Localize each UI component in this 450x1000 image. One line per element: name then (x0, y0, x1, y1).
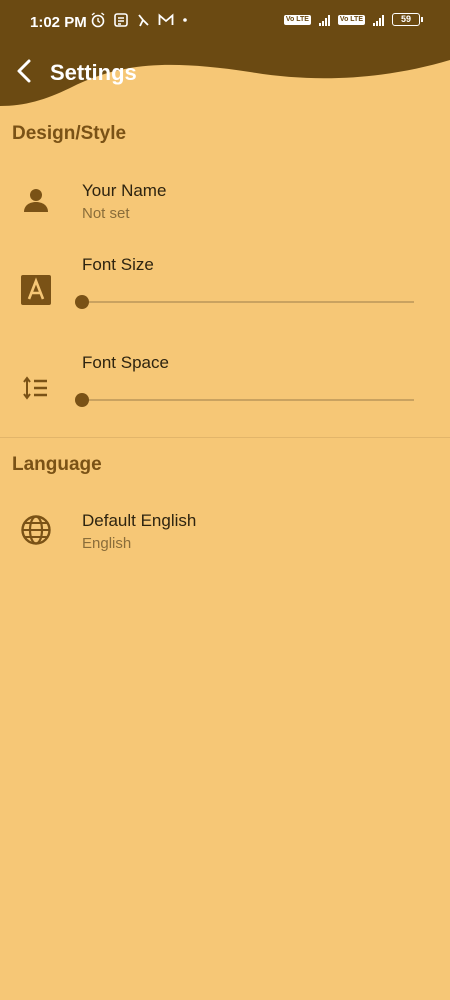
section-title-design: Design/Style (12, 123, 127, 144)
font-size-label: Font Size (82, 255, 154, 274)
gmail-icon (158, 13, 174, 25)
app-header: Settings (0, 38, 450, 118)
volte-badge-2: Vo LTE (337, 14, 365, 25)
your-name-label: Your Name (82, 181, 167, 200)
page-title: Settings (50, 60, 137, 85)
language-label: Default English (82, 511, 197, 530)
font-space-slider[interactable] (75, 393, 414, 407)
person-icon (18, 182, 54, 218)
section-title-language: Language (12, 454, 102, 475)
moon-icon (138, 14, 149, 27)
notes-icon (114, 13, 128, 27)
chevron-left-icon (17, 59, 31, 83)
line-spacing-icon (18, 370, 54, 406)
font-size-slider[interactable] (75, 295, 414, 309)
status-icons-left (90, 12, 188, 28)
battery-level: 59 (400, 14, 411, 24)
alarm-icon (91, 12, 105, 28)
your-name-value: Not set (82, 205, 130, 222)
font-a-icon (18, 272, 54, 308)
signal-icon-2 (373, 14, 384, 26)
status-bar: 1:02 PM Vo LTE Vo LTE 59 (0, 0, 450, 38)
font-space-label: Font Space (82, 353, 169, 372)
slider-track (82, 301, 414, 303)
dot-icon (183, 18, 187, 22)
section-divider (0, 437, 450, 438)
status-right: Vo LTE Vo LTE 59 (283, 13, 423, 26)
slider-thumb[interactable] (75, 393, 89, 407)
slider-track (82, 399, 414, 401)
globe-icon (18, 512, 54, 548)
signal-icon (318, 14, 330, 26)
language-value: English (82, 535, 132, 552)
volte-badge-1: Vo LTE (283, 14, 311, 25)
back-button[interactable] (12, 56, 36, 86)
slider-thumb[interactable] (75, 295, 89, 309)
battery-icon: 59 (392, 13, 423, 26)
status-time: 1:02 PM (30, 14, 87, 31)
